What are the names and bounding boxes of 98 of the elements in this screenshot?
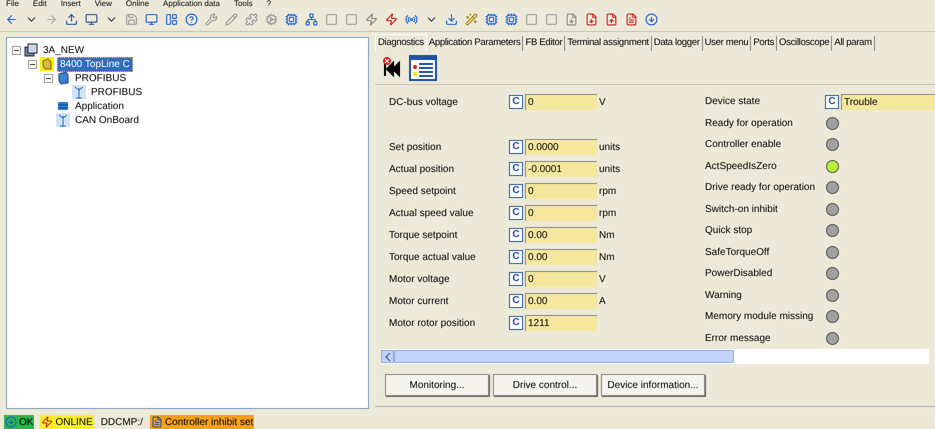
value-field: 0.00: [525, 293, 597, 309]
status-text: ONLINE: [55, 416, 93, 429]
indicator-label: SafeTorqueOff: [705, 246, 770, 260]
parameter-label: Torque actual value: [389, 250, 477, 264]
unit-label: rpm: [599, 184, 616, 198]
copy-button[interactable]: C: [509, 250, 523, 264]
menu-item[interactable]: Online: [126, 0, 150, 8]
status-text: Controller inhibit set: [164, 416, 254, 429]
menu-item[interactable]: Application data: [163, 0, 220, 8]
value-field: Trouble: [841, 94, 935, 110]
scroll-left-icon[interactable]: [381, 350, 394, 363]
status-text: DDCMP:/: [100, 416, 143, 429]
tree-item[interactable]: PROFIBUS: [73, 72, 128, 84]
parameter-label: Actual speed value: [389, 206, 475, 220]
tab[interactable]: Data logger: [652, 36, 703, 51]
parameter-label: DC-bus voltage: [389, 96, 459, 110]
arrow-down-icon: [5, 416, 17, 428]
action-button[interactable]: Drive control...: [493, 374, 597, 396]
value-field: -0.0001: [525, 161, 597, 177]
unit-label: units: [599, 140, 620, 154]
unit-label: units: [599, 162, 620, 176]
status-text: OK: [19, 416, 34, 429]
tab[interactable]: Oscilloscope: [777, 36, 832, 51]
tab[interactable]: Ports: [751, 36, 778, 51]
action-button[interactable]: Device information...: [601, 374, 705, 396]
copy-button[interactable]: C: [509, 206, 523, 220]
parameter-label: Speed setpoint: [389, 184, 457, 198]
action-button[interactable]: Monitoring...: [385, 374, 489, 396]
antenna-icon: [56, 113, 70, 127]
value-field: 0.00: [525, 249, 597, 265]
copy-button[interactable]: C: [825, 94, 839, 109]
menu-item[interactable]: View: [94, 0, 112, 8]
copy-button[interactable]: C: [509, 294, 523, 308]
tab[interactable]: Terminal assignment: [565, 36, 652, 51]
value-field: 0.00: [525, 227, 597, 243]
parameter-label: Set position: [389, 140, 442, 154]
copy-button[interactable]: C: [509, 95, 523, 109]
parameter-label: Device state: [705, 95, 762, 110]
indicator-label: Switch-on inhibit: [705, 202, 779, 217]
copy-button[interactable]: C: [509, 184, 523, 198]
unit-label: V: [599, 272, 606, 286]
value-field: 0: [525, 271, 597, 287]
copy-button[interactable]: C: [509, 228, 523, 242]
unit-label: Nm: [599, 228, 615, 242]
copy-button[interactable]: C: [509, 316, 523, 330]
menu-item[interactable]: Tools: [234, 0, 253, 8]
copy-button[interactable]: C: [509, 140, 523, 154]
lightning-icon: [41, 416, 54, 428]
parameter-label: Motor rotor position: [389, 316, 476, 330]
unit-label: V: [599, 96, 606, 110]
tree-item[interactable]: CAN OnBoard: [73, 114, 141, 126]
tree-item[interactable]: 8400 TopLine C: [57, 56, 133, 72]
tab[interactable]: User menu: [702, 36, 752, 51]
value-field: 0: [525, 183, 597, 199]
tab[interactable]: Diagnostics: [375, 34, 427, 51]
unit-label: A: [599, 294, 606, 308]
unit-label: rpm: [599, 206, 616, 220]
parameter-label: Torque setpoint: [389, 228, 458, 242]
collapse-toggle[interactable]: [44, 74, 53, 82]
menu-item[interactable]: File: [6, 0, 19, 8]
copy-button[interactable]: C: [509, 162, 523, 176]
collapse-toggle[interactable]: [28, 60, 37, 68]
indicator-label: Ready for operation: [705, 117, 794, 132]
tree-item[interactable]: 3A_NEW: [41, 44, 86, 56]
menu-item[interactable]: Insert: [60, 0, 81, 8]
indicator-label: Controller enable: [705, 138, 782, 152]
indicator-label: Quick stop: [705, 224, 754, 238]
value-field: 0.0000: [525, 139, 597, 155]
value-field: 1211: [525, 315, 597, 331]
scroll-thumb[interactable]: [394, 350, 734, 363]
indicator-label: Drive ready for operation: [705, 181, 816, 196]
indicator-label: Warning: [705, 288, 743, 303]
tab[interactable]: FB Editor: [523, 36, 566, 51]
tree-item[interactable]: Application: [73, 100, 126, 112]
parameter-label: Actual position: [389, 162, 456, 176]
indicator-label: PowerDisabled: [705, 267, 774, 282]
copy-button[interactable]: C: [509, 272, 523, 286]
menu-item[interactable]: Edit: [32, 0, 47, 8]
parameter-label: Motor current: [389, 294, 450, 308]
tab[interactable]: All param: [832, 36, 875, 51]
indicator-label: Error message: [705, 332, 772, 346]
document-icon: [150, 416, 163, 428]
device-icon: [40, 57, 54, 71]
parameter-label: Motor voltage: [389, 272, 451, 286]
antenna-icon: [72, 85, 86, 99]
application-icon: [56, 99, 70, 113]
menu-item[interactable]: ?: [266, 0, 272, 8]
tree-item[interactable]: PROFIBUS: [89, 86, 144, 98]
folder-icon: [24, 43, 38, 57]
indicator-label: ActSpeedIsZero: [705, 160, 778, 174]
value-field: 0: [525, 94, 597, 110]
list-icon[interactable]: [409, 54, 437, 80]
horizontal-scrollbar[interactable]: [381, 349, 929, 364]
indicator-label: Memory module missing: [705, 310, 814, 324]
unit-label: Nm: [599, 250, 615, 264]
value-field: 0: [525, 205, 597, 221]
tab[interactable]: Application Parameters: [426, 36, 524, 51]
collapse-toggle[interactable]: [12, 46, 21, 54]
